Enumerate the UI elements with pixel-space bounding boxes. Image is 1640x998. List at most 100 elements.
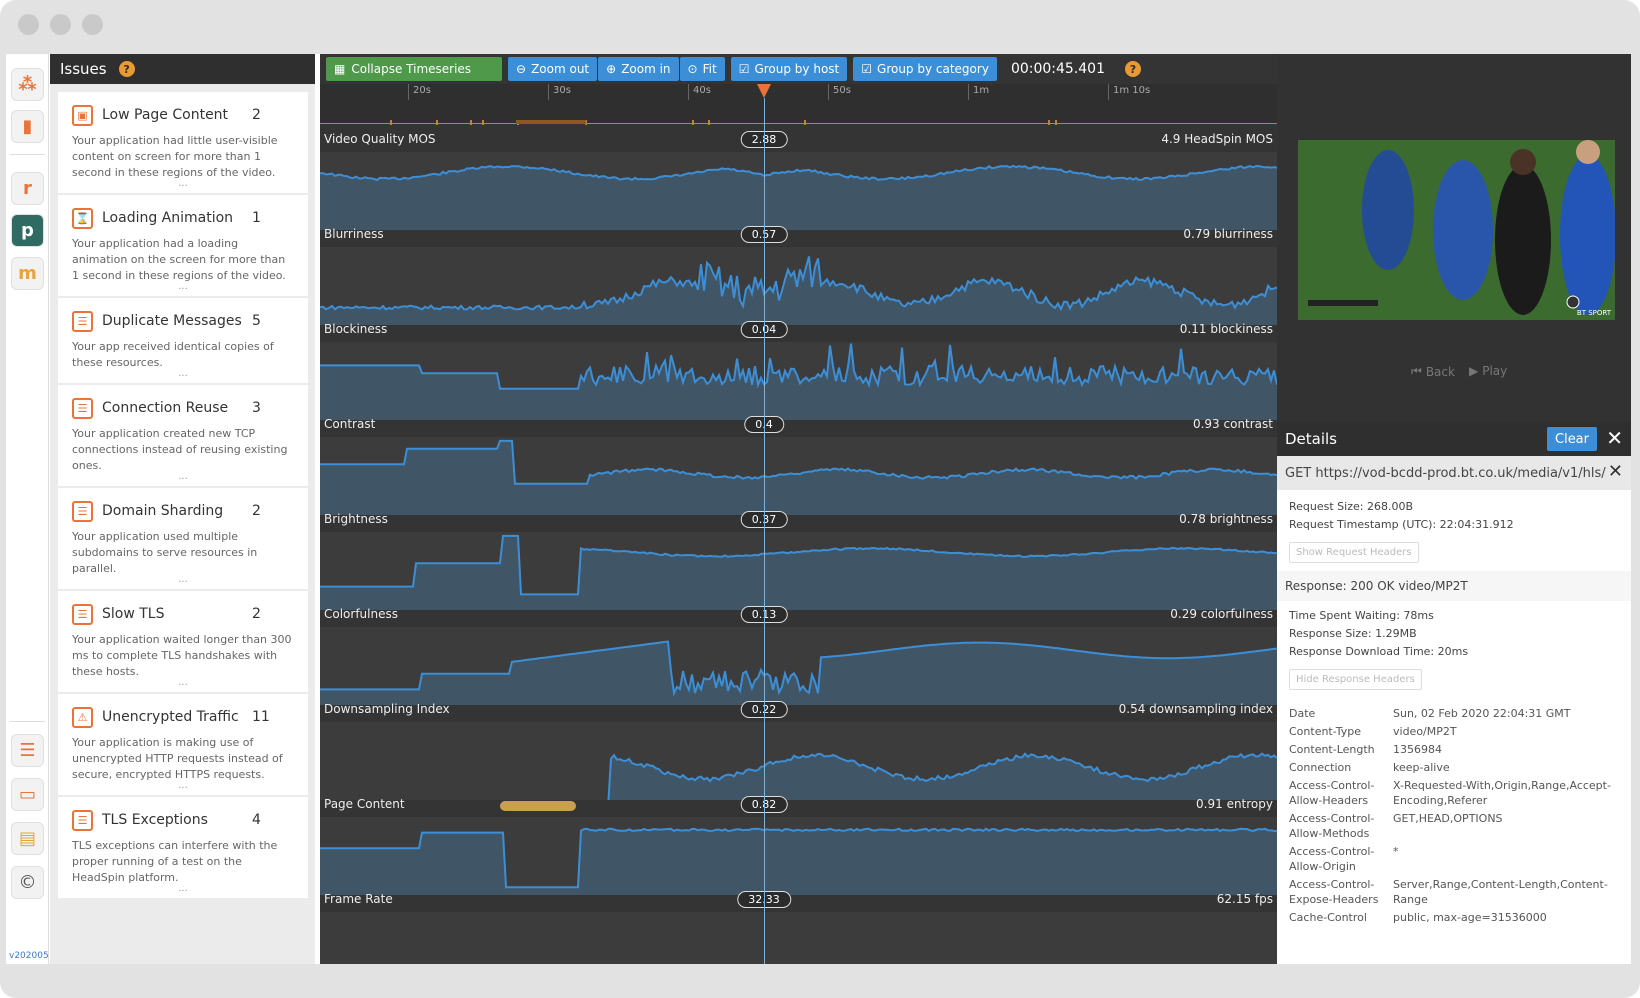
- header-key: Access-Control-Expose-Headers: [1289, 878, 1379, 906]
- event-marker[interactable]: [692, 120, 694, 125]
- issue-more[interactable]: ...: [72, 472, 294, 482]
- maximize-window-dot[interactable]: [82, 14, 103, 35]
- request-line: GET https://vod-bcdd-prod.bt.co.uk/media…: [1277, 456, 1631, 490]
- timeseries-row[interactable]: Brightness0.78 brightness0.37: [320, 510, 1277, 610]
- issue-more[interactable]: ...: [72, 179, 294, 189]
- close-icon[interactable]: ✕: [1606, 426, 1623, 450]
- team-icon[interactable]: ⁂: [11, 68, 44, 101]
- bar-chart-icon[interactable]: ▮: [11, 110, 44, 143]
- issue-more[interactable]: ...: [72, 369, 294, 379]
- list-icon[interactable]: ☰: [11, 734, 44, 767]
- loading-icon: ⌛: [72, 207, 93, 229]
- copyright-icon[interactable]: ©: [11, 866, 44, 899]
- fit-button[interactable]: ⊙ Fit: [679, 57, 725, 81]
- header-value: keep-alive: [1393, 761, 1450, 774]
- series-max: 62.15 fps: [1216, 892, 1273, 906]
- timeseries-row[interactable]: Contrast0.93 contrast0.4: [320, 415, 1277, 515]
- issues-header: Issues ?: [50, 54, 315, 84]
- skip-back-icon: ⏮: [1411, 364, 1422, 378]
- series-max: 4.9 HeadSpin MOS: [1161, 132, 1273, 146]
- series-max: 0.93 contrast: [1192, 417, 1273, 431]
- event-marker[interactable]: [436, 120, 438, 125]
- time-axis[interactable]: 20s 30s 40s 50s 1m 1m 10s: [320, 84, 1277, 125]
- play-icon: ▶: [1469, 364, 1479, 378]
- zoom-in-button[interactable]: ⊕ Zoom in: [598, 57, 679, 81]
- show-request-headers-button[interactable]: Show Request Headers: [1289, 542, 1419, 563]
- play-button[interactable]: ▶ Play: [1469, 364, 1507, 378]
- issue-title: Unencrypted Traffic: [102, 709, 239, 725]
- issue-item[interactable]: ⚠ Unencrypted Traffic 11 Your application i…: [58, 694, 308, 797]
- event-marker[interactable]: [1048, 120, 1050, 125]
- issue-item[interactable]: ⌛ Loading Animation 1 Your application had …: [58, 195, 308, 298]
- timeseries-row[interactable]: Colorfulness0.29 colorfulness0.13: [320, 605, 1277, 705]
- monitor-icon[interactable]: ▭: [11, 778, 44, 811]
- issue-item[interactable]: ☰ Domain Sharding 2 Your application used m…: [58, 488, 308, 591]
- series-chart: [320, 722, 1277, 800]
- timeseries-row[interactable]: Downsampling Index 0.54 downsampling inde…: [320, 700, 1277, 800]
- issue-count: 1: [252, 210, 261, 226]
- event-marker[interactable]: [708, 120, 710, 125]
- issue-item[interactable]: ☰ Duplicate Messages 5 Your app received id…: [58, 298, 308, 385]
- issue-row: ☰ TLS Exceptions 4: [72, 807, 294, 833]
- series-name: Colorfulness: [324, 607, 398, 621]
- header-value: *: [1393, 845, 1399, 858]
- time-waiting: Time Spent Waiting: 78ms: [1289, 609, 1434, 622]
- group-by-category-button[interactable]: ☑ Group by category: [853, 57, 997, 81]
- issue-row: ⚠ Unencrypted Traffic 11: [72, 704, 294, 730]
- series-max: 0.54 downsampling index: [1118, 702, 1273, 716]
- timeseries-row[interactable]: Page Content0.91 entropy0.82: [320, 795, 1277, 895]
- r-app-icon[interactable]: r: [11, 172, 44, 205]
- issue-title: Loading Animation: [102, 210, 234, 226]
- timeseries-row[interactable]: Video Quality MOS4.9 HeadSpin MOS2.88: [320, 130, 1277, 230]
- issue-row: ⌛ Loading Animation 1: [72, 205, 294, 231]
- request-details: GET https://vod-bcdd-prod.bt.co.uk/media…: [1277, 456, 1631, 964]
- event-marker[interactable]: [1055, 120, 1057, 125]
- help-icon[interactable]: ?: [118, 61, 135, 77]
- close-request-icon[interactable]: ✕: [1608, 461, 1623, 482]
- collapse-timeseries-button[interactable]: ▦ Collapse Timeseries: [326, 57, 502, 81]
- request-body: Request Size: 268.00B Request Timestamp …: [1277, 490, 1631, 964]
- issue-more[interactable]: ...: [72, 781, 294, 791]
- issue-more[interactable]: ...: [72, 678, 294, 688]
- timeseries-row[interactable]: Blurriness0.79 blurriness0.57: [320, 225, 1277, 325]
- group-by-host-button[interactable]: ☑ Group by host: [730, 57, 848, 81]
- back-button[interactable]: ⏮ Back: [1411, 364, 1455, 379]
- timeseries-row[interactable]: Blockiness0.11 blockiness0.04: [320, 320, 1277, 420]
- playhead-marker[interactable]: [757, 84, 771, 98]
- video-frame[interactable]: BT SPORT: [1298, 140, 1615, 320]
- issue-item[interactable]: ☰ Slow TLS 2 Your application waited longer…: [58, 591, 308, 694]
- timeline-help-icon[interactable]: ?: [1125, 61, 1141, 77]
- axis-tick: 40s: [688, 84, 711, 100]
- event-marker[interactable]: [804, 120, 806, 125]
- axis-tick: 1m 10s: [1108, 84, 1150, 100]
- clear-button[interactable]: Clear: [1547, 427, 1597, 451]
- issue-more[interactable]: ...: [72, 575, 294, 585]
- header-value: video/MP2T: [1393, 725, 1457, 738]
- close-window-dot[interactable]: [18, 14, 39, 35]
- series-name: Video Quality MOS: [324, 132, 436, 146]
- issue-more[interactable]: ...: [72, 282, 294, 292]
- app-screen: ⁂ ▮ r p m ☰ ▭ ▤ © v202005 Issues ? ▣ Low …: [6, 54, 1631, 964]
- zoom-controls: ⊖ Zoom out ⊕ Zoom in ⊙ Fit: [508, 57, 725, 81]
- minimize-window-dot[interactable]: [50, 14, 71, 35]
- issue-more[interactable]: ...: [72, 884, 294, 894]
- document-icon[interactable]: ▤: [11, 822, 44, 855]
- timeseries-row[interactable]: Frame Rate62.15 fps32.33: [320, 890, 1277, 964]
- p-app-icon[interactable]: p: [11, 214, 44, 247]
- hide-response-headers-button[interactable]: Hide Response Headers: [1289, 669, 1422, 690]
- event-marker[interactable]: [470, 120, 472, 125]
- issue-title: Low Page Content: [102, 107, 229, 123]
- issue-item[interactable]: ☰ Connection Reuse 3 Your application creat…: [58, 385, 308, 488]
- version-label: v202005: [9, 951, 49, 961]
- event-marker[interactable]: [390, 120, 392, 125]
- event-range[interactable]: [516, 120, 586, 124]
- event-marker[interactable]: [482, 120, 484, 125]
- issue-item[interactable]: ▣ Low Page Content 2 Your application had l…: [58, 92, 308, 195]
- zoom-out-button[interactable]: ⊖ Zoom out: [508, 57, 598, 81]
- header-value: Server,Range,Content-Length,Content-Rang…: [1393, 878, 1608, 906]
- m-app-icon[interactable]: m: [11, 257, 44, 290]
- left-rail: ⁂ ▮ r p m ☰ ▭ ▤ © v202005: [6, 54, 49, 964]
- low-content-region[interactable]: [500, 801, 576, 811]
- header-key: Content-Length: [1289, 743, 1375, 756]
- issue-item[interactable]: ☰ TLS Exceptions 4 TLS exceptions can inter…: [58, 797, 308, 900]
